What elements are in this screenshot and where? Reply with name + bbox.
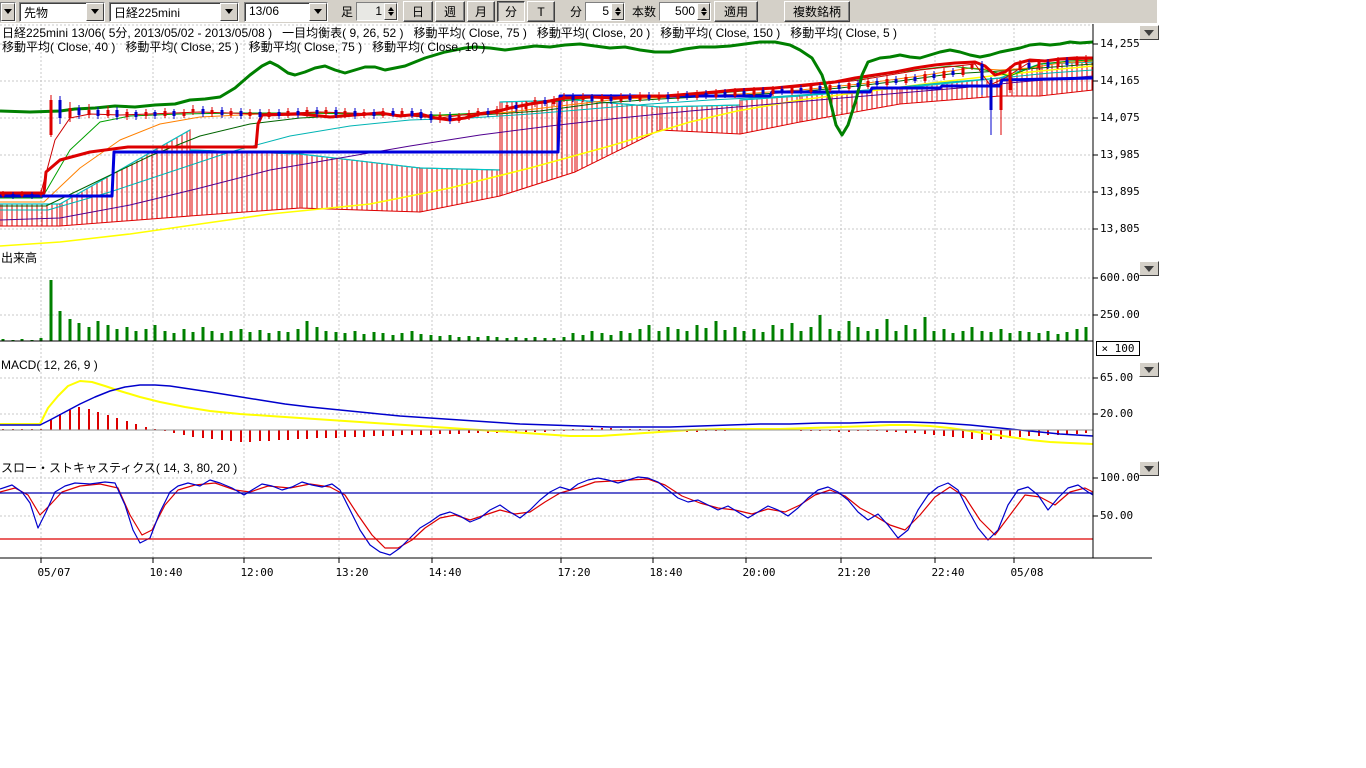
x-axis-label: 21:20 bbox=[832, 566, 876, 579]
x-axis-label: 05/08 bbox=[1005, 566, 1049, 579]
y-axis-label: 14,075 bbox=[1100, 111, 1140, 124]
macd-panel-label: MACD( 12, 26, 9 ) bbox=[1, 358, 98, 372]
y-axis-label: 250.00 bbox=[1100, 308, 1140, 321]
y-axis-label: 50.00 bbox=[1100, 509, 1133, 522]
price-axis-menu-button[interactable] bbox=[1139, 25, 1159, 40]
volume-panel-label: 出来高 bbox=[1, 249, 37, 266]
x-axis-label: 20:00 bbox=[737, 566, 781, 579]
x-axis-label: 10:40 bbox=[144, 566, 188, 579]
chevron-down-icon bbox=[1144, 367, 1154, 373]
x-axis-label: 14:40 bbox=[423, 566, 467, 579]
y-axis-label: 13,805 bbox=[1100, 222, 1140, 235]
stochastics-panel-label: スロー・ストキャスティクス( 14, 3, 80, 20 ) bbox=[1, 459, 237, 476]
y-axis-label: 600.00 bbox=[1100, 271, 1140, 284]
y-axis-label: 13,895 bbox=[1100, 185, 1140, 198]
chevron-down-icon bbox=[1144, 466, 1154, 472]
x-axis-label: 12:00 bbox=[235, 566, 279, 579]
y-axis-label: 14,255 bbox=[1100, 37, 1140, 50]
y-axis-label: 100.00 bbox=[1100, 471, 1140, 484]
x-axis-label: 18:40 bbox=[644, 566, 688, 579]
x-axis-label: 13:20 bbox=[330, 566, 374, 579]
x-axis-label: 05/07 bbox=[32, 566, 76, 579]
macd-axis-menu-button[interactable] bbox=[1139, 362, 1159, 377]
y-axis-label: 13,985 bbox=[1100, 148, 1140, 161]
x-axis-label: 22:40 bbox=[926, 566, 970, 579]
y-axis-label: 14,165 bbox=[1100, 74, 1140, 87]
chevron-down-icon bbox=[1144, 266, 1154, 272]
chart-canvas bbox=[0, 0, 1366, 768]
chart-application-window: 先物 日経225mini 13/06 足 1 日 週 月 分 T 分 5 本数 … bbox=[0, 0, 1366, 768]
chart-title-line2: 移動平均( Close, 40 ) 移動平均( Close, 25 ) 移動平均… bbox=[2, 38, 485, 55]
volume-axis-menu-button[interactable] bbox=[1139, 261, 1159, 276]
volume-multiplier-badge: × 100 bbox=[1096, 341, 1140, 356]
stochastics-axis-menu-button[interactable] bbox=[1139, 461, 1159, 476]
chevron-down-icon bbox=[1144, 30, 1154, 36]
y-axis-label: 65.00 bbox=[1100, 371, 1133, 384]
y-axis-label: 20.00 bbox=[1100, 407, 1133, 420]
x-axis-label: 17:20 bbox=[552, 566, 596, 579]
